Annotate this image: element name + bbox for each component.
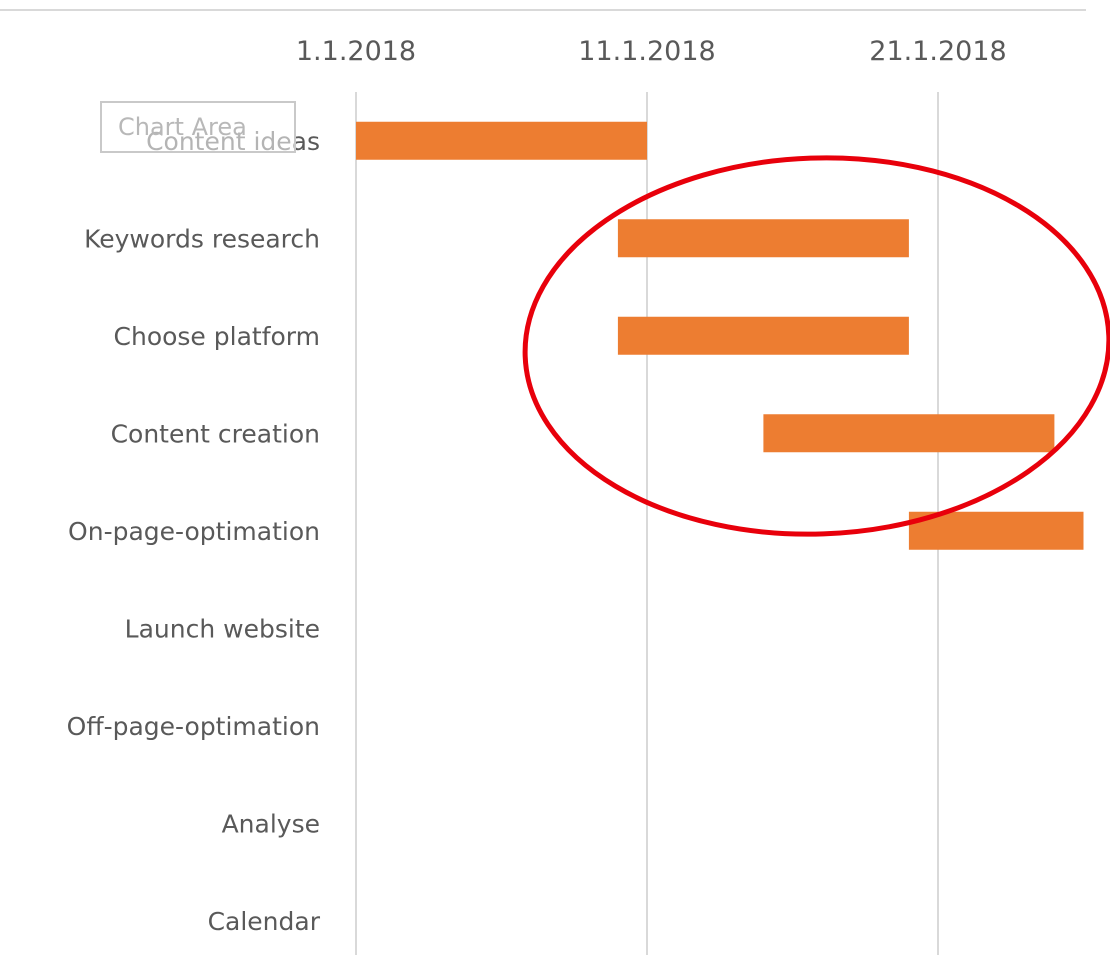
task-label-3: Content creation [111, 419, 320, 448]
chart-svg: 1.1.2018 11.1.2018 21.1.2018 Content ideas… [0, 9, 1110, 955]
task-label-4: On-page-optimation [68, 517, 320, 546]
x-tick-label-2: 21.1.2018 [869, 36, 1006, 67]
task-label-2: Choose platform [114, 322, 320, 351]
task-label-5: Launch website [125, 614, 320, 643]
task-label-1: Keywords research [84, 224, 320, 253]
x-tick-label-1: 11.1.2018 [578, 36, 715, 67]
task-bar-1[interactable] [617, 219, 909, 258]
task-labels: Content ideas Keywords research Choose pla… [67, 127, 321, 936]
task-label-0: Content ideas [146, 127, 320, 156]
x-tick-label-0: 1.1.2018 [296, 36, 416, 67]
task-label-8: Calendar [208, 907, 321, 936]
task-bar-3[interactable] [763, 414, 1055, 453]
task-label-6: Off-page-optimation [67, 712, 320, 741]
x-axis-ticks: 1.1.2018 11.1.2018 21.1.2018 [296, 36, 1007, 67]
task-bar-2[interactable] [617, 316, 909, 355]
gantt-chart[interactable]: 1.1.2018 11.1.2018 21.1.2018 Content ideas… [0, 0, 1110, 955]
task-label-7: Analyse [222, 809, 320, 838]
task-bar-0[interactable] [356, 121, 647, 160]
